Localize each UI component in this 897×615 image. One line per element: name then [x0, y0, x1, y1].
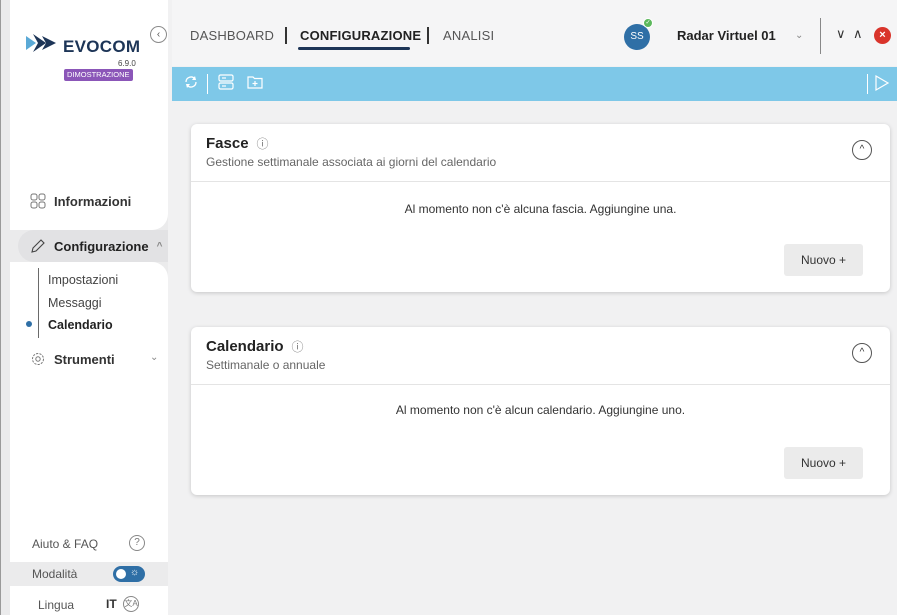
- sidebar-collapse-button[interactable]: ‹: [150, 26, 167, 43]
- pencil-icon: [31, 239, 45, 253]
- chevron-down-icon[interactable]: ∨: [836, 26, 846, 42]
- sidebar: EVOCOM 6.9.0 DIMOSTRAZIONE ‹ Informazion…: [0, 0, 168, 615]
- toolbar: [172, 67, 897, 101]
- tab-separator: [427, 27, 429, 44]
- online-check-icon: ✓: [643, 18, 653, 28]
- help-icon[interactable]: ?: [129, 535, 145, 551]
- grid-icon: [30, 193, 46, 209]
- toggle-knob: [116, 569, 126, 579]
- sidebar-item-label: Configurazione: [54, 238, 149, 254]
- new-fascia-button[interactable]: Nuovo +: [784, 244, 863, 276]
- language-label: Lingua: [38, 598, 75, 612]
- submenu-item-messaggi[interactable]: Messaggi: [48, 296, 102, 310]
- send-icon[interactable]: [874, 74, 890, 92]
- tab-separator: [285, 27, 287, 44]
- sidebar-item-informazioni[interactable]: Informazioni: [30, 193, 131, 209]
- sidebar-item-label: Informazioni: [54, 193, 132, 209]
- language-code[interactable]: IT: [106, 597, 117, 611]
- card-title-text: Calendario: [206, 338, 284, 355]
- submenu-item-impostazioni[interactable]: Impostazioni: [48, 273, 118, 287]
- fasce-card: Fasce ⓘ Gestione settimanale associata ai…: [191, 124, 890, 292]
- close-icon[interactable]: ×: [874, 27, 891, 44]
- window-edge: [0, 0, 1, 615]
- sync-icon[interactable]: [182, 73, 200, 91]
- theme-toggle[interactable]: ☼: [113, 566, 145, 582]
- active-indicator: [26, 321, 32, 327]
- sun-icon: ☼: [130, 567, 140, 578]
- top-bar: [172, 0, 897, 66]
- info-icon[interactable]: ⓘ: [257, 135, 269, 152]
- empty-state-text: Al momento non c'è alcun calendario. Agg…: [395, 403, 686, 417]
- add-folder-icon[interactable]: [246, 73, 264, 91]
- card-subtitle: Settimanale o annuale: [206, 358, 326, 372]
- collapse-icon[interactable]: ^: [852, 140, 872, 160]
- card-divider: [191, 181, 890, 182]
- header-separator: [820, 18, 821, 54]
- card-divider: [191, 384, 890, 385]
- chevron-down-icon[interactable]: ⌄: [795, 30, 803, 41]
- empty-state-text: Al momento non c'è alcuna fascia. Aggiun…: [404, 202, 677, 216]
- brand-name: EVOCOM: [63, 37, 141, 56]
- chevron-up-icon[interactable]: ∧: [853, 26, 863, 42]
- sidebar-item-label: Strumenti: [54, 351, 115, 367]
- sidebar-item-configurazione[interactable]: Configurazione ^: [18, 230, 168, 262]
- toolbar-separator: [867, 74, 868, 94]
- card-title: Calendario ⓘ: [206, 338, 304, 355]
- collapse-icon[interactable]: ^: [852, 343, 872, 363]
- gear-icon: [32, 353, 44, 365]
- evocom-logo-icon: [26, 34, 56, 52]
- card-title: Fasce ⓘ: [206, 135, 269, 152]
- tab-configurazione[interactable]: CONFIGURAZIONE: [300, 28, 421, 43]
- tab-analisi[interactable]: ANALISI: [443, 28, 494, 43]
- demo-badge: DIMOSTRAZIONE: [64, 69, 133, 81]
- new-calendario-button[interactable]: Nuovo +: [784, 447, 863, 479]
- device-name[interactable]: Radar Virtuel 01: [677, 28, 776, 43]
- server-icon[interactable]: [217, 73, 235, 91]
- help-link[interactable]: Aiuto & FAQ: [32, 537, 98, 551]
- brand-version: 6.9.0: [118, 59, 136, 68]
- mode-label: Modalità: [32, 567, 78, 581]
- submenu-item-calendario[interactable]: Calendario: [48, 318, 113, 332]
- card-title-text: Fasce: [206, 135, 249, 152]
- submenu-line: [38, 268, 39, 338]
- card-subtitle: Gestione settimanale associata ai giorni…: [206, 155, 497, 169]
- sidebar-item-strumenti[interactable]: Strumenti: [30, 351, 115, 367]
- calendario-card: Calendario ⓘ Settimanale o annuale ^ Al m…: [191, 327, 890, 495]
- translate-icon[interactable]: 文A: [123, 596, 139, 612]
- tab-dashboard[interactable]: DASHBOARD: [190, 28, 274, 43]
- chevron-down-icon[interactable]: ⌄: [150, 352, 158, 363]
- chevron-up-icon: ^: [156, 240, 163, 252]
- info-icon[interactable]: ⓘ: [292, 338, 304, 355]
- toolbar-separator: [207, 74, 208, 94]
- active-tab-underline: [298, 47, 410, 50]
